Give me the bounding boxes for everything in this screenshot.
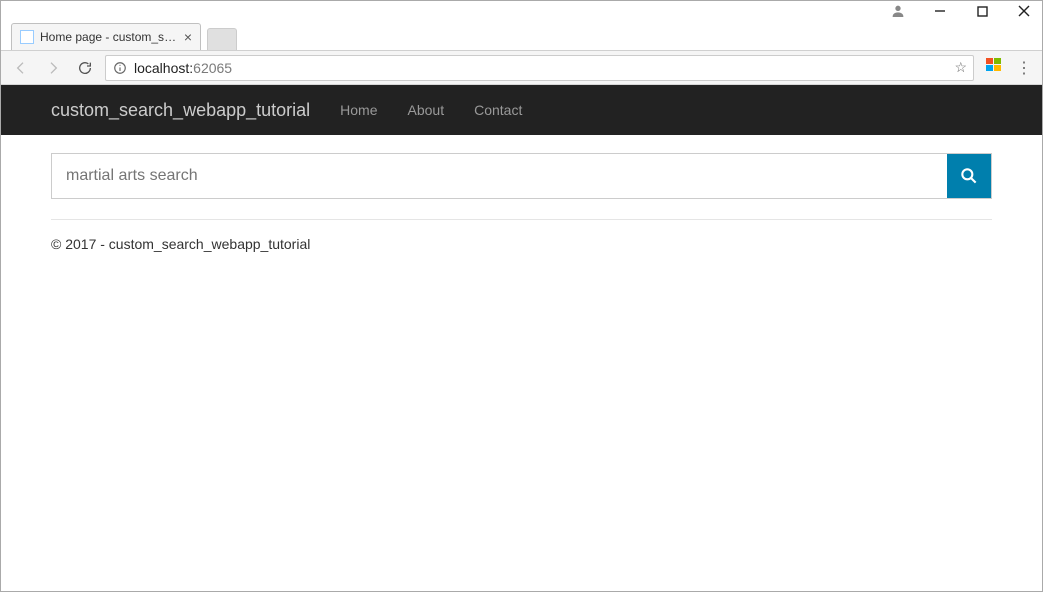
address-toolbar: localhost:62065 ☆ ⋮ bbox=[1, 51, 1042, 85]
close-button[interactable] bbox=[1012, 1, 1036, 21]
brand[interactable]: custom_search_webapp_tutorial bbox=[51, 100, 310, 121]
search-icon bbox=[959, 166, 979, 186]
windows-icon[interactable] bbox=[982, 57, 1006, 78]
nav-home[interactable]: Home bbox=[340, 102, 377, 118]
site-navbar: custom_search_webapp_tutorial Home About… bbox=[1, 85, 1042, 135]
search-button[interactable] bbox=[947, 154, 991, 198]
tab-title: Home page - custom_se… bbox=[40, 30, 178, 44]
minimize-button[interactable] bbox=[928, 1, 952, 21]
forward-button[interactable] bbox=[41, 56, 65, 80]
back-button[interactable] bbox=[9, 56, 33, 80]
new-tab-button[interactable] bbox=[207, 28, 237, 50]
divider bbox=[51, 219, 992, 220]
bookmark-star-icon[interactable]: ☆ bbox=[954, 59, 967, 76]
window-titlebar bbox=[1, 1, 1042, 21]
search-box bbox=[51, 153, 992, 199]
tab-close-icon[interactable]: × bbox=[184, 30, 192, 44]
reload-button[interactable] bbox=[73, 56, 97, 80]
url-host: localhost: bbox=[134, 60, 193, 76]
account-icon[interactable] bbox=[886, 1, 910, 21]
url-port: 62065 bbox=[193, 60, 232, 76]
maximize-button[interactable] bbox=[970, 1, 994, 21]
browser-menu-icon[interactable]: ⋮ bbox=[1014, 58, 1034, 78]
page-content: © 2017 - custom_search_webapp_tutorial bbox=[1, 135, 1042, 270]
favicon-icon bbox=[20, 30, 34, 44]
footer-text: © 2017 - custom_search_webapp_tutorial bbox=[51, 236, 992, 252]
url-bar[interactable]: localhost:62065 ☆ bbox=[105, 55, 974, 81]
search-input[interactable] bbox=[52, 154, 947, 198]
tab-strip: Home page - custom_se… × bbox=[1, 21, 1042, 51]
nav-contact[interactable]: Contact bbox=[474, 102, 522, 118]
site-info-icon[interactable] bbox=[112, 60, 128, 76]
nav-about[interactable]: About bbox=[408, 102, 445, 118]
browser-tab[interactable]: Home page - custom_se… × bbox=[11, 23, 201, 50]
